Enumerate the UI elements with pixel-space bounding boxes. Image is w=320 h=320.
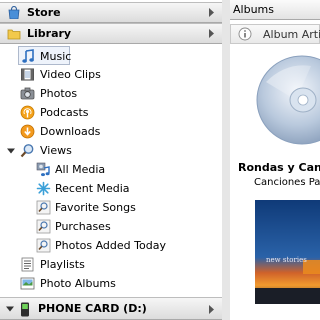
sidebar-item-label: Podcasts [40, 106, 89, 119]
photo-album-icon [20, 277, 35, 290]
film-icon [21, 68, 34, 81]
library-label: Library [27, 27, 72, 40]
sidebar-item-label: Favorite Songs [55, 201, 136, 214]
sidebar-item-label: All Media [55, 163, 106, 176]
library-folder-icon [7, 29, 21, 40]
camera-icon [20, 87, 35, 100]
device-collapse-icon[interactable] [205, 303, 218, 316]
sidebar-item-music[interactable]: Music [18, 46, 72, 65]
sidebar-item-label: Views [40, 144, 72, 157]
sidebar-item-label: Video Clips [40, 68, 101, 81]
phone-icon [21, 302, 29, 317]
album-title[interactable]: Rondas y Canc [238, 161, 320, 174]
album-artist-bar[interactable]: Album Artist [230, 24, 320, 44]
sidebar-item-label: Purchases [55, 220, 111, 233]
view-selector[interactable]: Albums [230, 0, 320, 20]
sidebar-item-label: Photos Added Today [55, 239, 166, 252]
main-pane: Albums Album Artist Rondas y Canc Cancio [230, 0, 320, 320]
store-label: Store [27, 6, 61, 19]
cd-disc-icon[interactable] [256, 52, 320, 152]
sidebar-item-label: Playlists [40, 258, 85, 271]
magnifier-icon [20, 144, 34, 158]
sidebar-item-label: Photos [40, 87, 78, 100]
search-view-icon [36, 238, 51, 253]
store-collapse-icon[interactable] [205, 6, 218, 19]
library-header[interactable]: Library [0, 23, 222, 44]
sidebar-item-label: Recent Media [55, 182, 130, 195]
views-expand-icon[interactable] [6, 146, 16, 156]
playlist-icon [21, 257, 34, 272]
search-view-icon [36, 219, 51, 234]
podcast-icon [20, 105, 35, 120]
cover-text: new stories [266, 256, 307, 264]
album-cover-image [255, 200, 320, 304]
album-cover-art[interactable]: new stories [255, 200, 320, 304]
info-label: Album Artist [263, 28, 320, 41]
store-header[interactable]: Store [0, 2, 222, 23]
view-label: Albums [233, 3, 274, 16]
all-media-icon [36, 162, 50, 177]
sidebar: Store Library Music Video Clips Photos P… [0, 0, 223, 320]
device-expand-icon[interactable] [5, 304, 15, 314]
download-icon [20, 124, 35, 139]
album-subtitle: Canciones Par [254, 177, 320, 188]
sidebar-item-label: Photo Albums [40, 277, 116, 290]
info-icon[interactable] [238, 27, 252, 41]
library-collapse-icon[interactable] [205, 27, 218, 40]
store-bag-icon [8, 6, 20, 19]
device-header[interactable]: PHONE CARD (D:) [0, 297, 222, 320]
sparkle-icon [36, 181, 51, 196]
device-label: PHONE CARD (D:) [38, 302, 147, 315]
sidebar-item-label: Music [40, 50, 72, 63]
search-view-icon [36, 200, 51, 215]
music-note-icon [22, 49, 34, 63]
sidebar-item-label: Downloads [40, 125, 101, 138]
